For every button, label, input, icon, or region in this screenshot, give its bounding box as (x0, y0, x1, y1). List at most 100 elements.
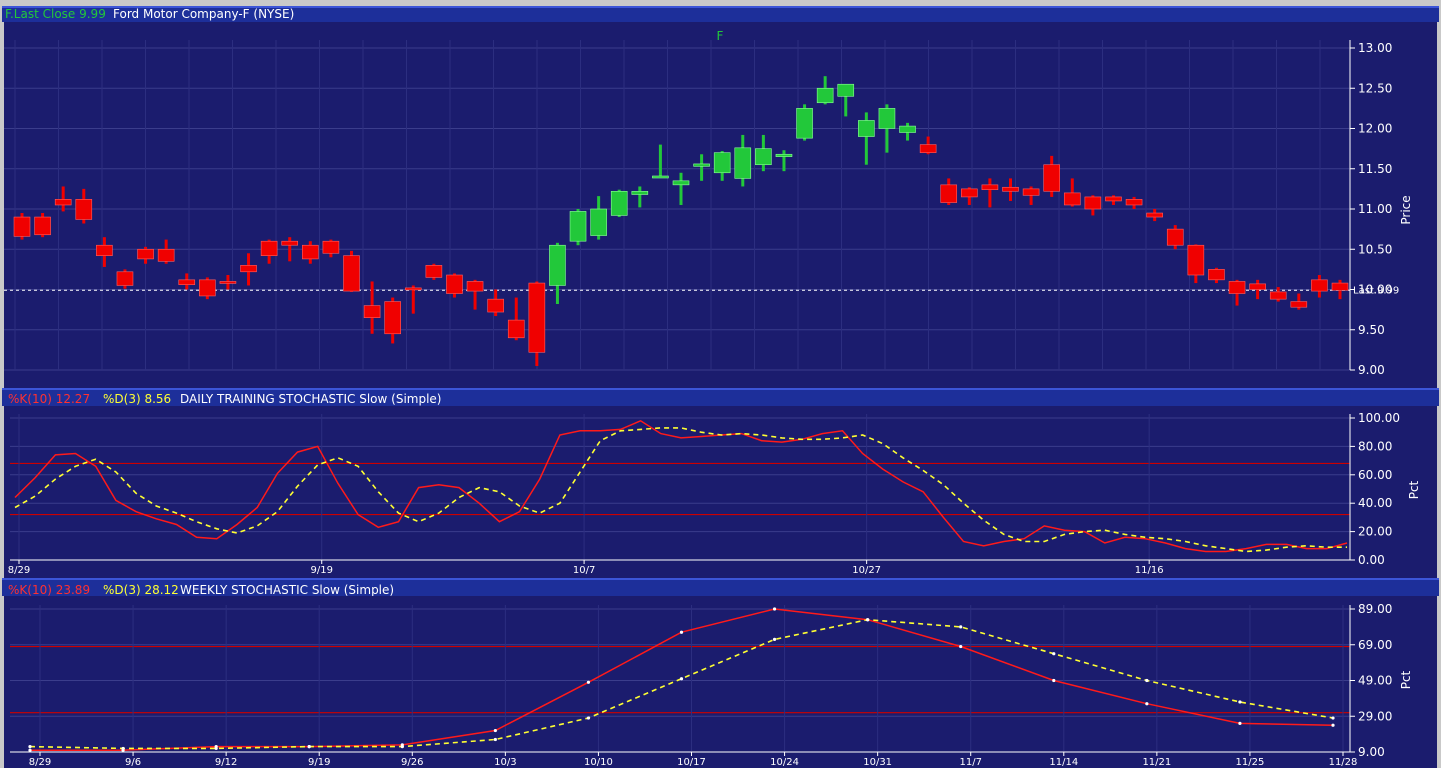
candle-body (816, 87, 834, 104)
candle-body (343, 255, 360, 292)
stoch-point (959, 644, 963, 649)
stoch-tick-label: 40.00 (1358, 496, 1392, 510)
stoch-x-tick-label: 9/6 (125, 757, 141, 768)
stoch-x-tick-label: 10/31 (863, 757, 892, 768)
stoch-point (307, 745, 311, 749)
stoch-point (214, 746, 218, 751)
stoch-point (493, 737, 497, 742)
candle-body (713, 152, 731, 174)
stoch-point (121, 746, 125, 751)
candle-body (487, 298, 504, 313)
price-tick-label: 9.50 (1358, 323, 1385, 337)
price-tick-label: 12.50 (1358, 81, 1392, 95)
stoch-tick-label: 69.00 (1358, 638, 1392, 652)
stoch-point (679, 677, 684, 681)
candle-body (1269, 291, 1287, 300)
stoch-point (866, 618, 870, 622)
stoch-point (1052, 678, 1056, 683)
candle-body (425, 265, 443, 278)
price-tick-label: 10.50 (1358, 242, 1392, 256)
stoch-x-tick-label: 9/26 (401, 757, 423, 768)
candle-body (878, 108, 896, 129)
stoch-x-tick-label: 10/7 (573, 565, 595, 576)
candle-body (1208, 269, 1225, 281)
stoch-point (1238, 700, 1242, 704)
chart-symbol: F (717, 29, 724, 43)
candle-body (34, 216, 51, 236)
stoch-x-tick-label: 10/24 (770, 757, 799, 768)
weekly-stoch-title: WEEKLY STOCHASTIC Slow (Simple) (180, 583, 394, 597)
candle-body (219, 281, 237, 284)
stoch-x-tick-label: 8/29 (8, 565, 30, 576)
candle-body (590, 208, 607, 236)
stoch-tick-label: 0.00 (1358, 553, 1385, 567)
candle-body (1146, 212, 1163, 218)
candle-body (1063, 192, 1081, 206)
candle-body (1084, 196, 1102, 210)
candle-body (961, 188, 978, 198)
daily-axis-label: Pct (1407, 480, 1421, 499)
candle-body (940, 184, 958, 203)
candle-body (837, 83, 855, 97)
candle-body (466, 281, 484, 292)
candle-body (96, 244, 113, 256)
stoch-point (1145, 678, 1149, 683)
stoch-x-tick-label: 11/25 (1236, 757, 1265, 768)
stoch-point (493, 728, 497, 733)
candle-body (858, 120, 875, 137)
candle-body (260, 240, 278, 256)
candle-body (75, 199, 93, 220)
daily-k-value: %K(10) 12.27 (8, 392, 90, 406)
stoch-point (1331, 723, 1335, 727)
stoch-point (400, 745, 404, 749)
candle-body (672, 180, 690, 186)
candle-body (899, 125, 916, 133)
stoch-point (772, 607, 777, 611)
stoch-point (772, 637, 777, 641)
candle-body (404, 287, 422, 291)
candle-body (981, 184, 999, 190)
stoch-tick-label: 60.00 (1358, 468, 1392, 482)
price-tick-label: 12.00 (1358, 122, 1392, 136)
company-title: Ford Motor Company-F (NYSE) (113, 7, 294, 21)
stoch-x-tick-label: 11/7 (959, 757, 981, 768)
stoch-x-tick-label: 10/10 (584, 757, 613, 768)
stoch-x-tick-label: 8/29 (29, 757, 51, 768)
stoch-point (586, 680, 591, 684)
candle-body (631, 190, 649, 195)
candle-body (528, 282, 546, 353)
stoch-point (586, 716, 591, 720)
candle-body (1228, 281, 1246, 294)
stoch-tick-label: 9.00 (1358, 745, 1385, 759)
candle-body (775, 153, 793, 157)
candle-body (549, 244, 566, 286)
price-panel[interactable] (4, 22, 1437, 388)
stoch-tick-label: 100.00 (1358, 411, 1400, 425)
price-tick-label: 11.50 (1358, 162, 1392, 176)
candle-body (1166, 228, 1184, 246)
candle-body (116, 271, 134, 286)
stoch-tick-label: 29.00 (1358, 709, 1392, 723)
weekly-d-value: %D(3) 28.12 (103, 583, 179, 597)
candle-body (446, 274, 463, 294)
stoch-x-tick-label: 11/16 (1135, 565, 1164, 576)
candle-body (1311, 279, 1328, 292)
candle-body (1043, 164, 1060, 192)
price-axis-label: Price (1399, 195, 1413, 224)
candle-body (610, 190, 628, 216)
stoch-point (959, 625, 963, 629)
stoch-point (28, 748, 32, 752)
candle-body (281, 240, 299, 246)
stoch-tick-label: 20.00 (1358, 525, 1392, 539)
candle-body (569, 211, 587, 242)
stoch-tick-label: 89.00 (1358, 602, 1392, 616)
candle-body (693, 163, 710, 167)
candle-body (157, 248, 175, 262)
candle-body (302, 244, 319, 260)
last-close-tag: Last 9.99 (1353, 285, 1399, 296)
price-tick-label: 13.00 (1358, 41, 1392, 55)
weekly-axis-label: Pct (1399, 670, 1413, 689)
candle-body (1125, 199, 1143, 206)
candle-body (137, 248, 154, 260)
stoch-point (679, 630, 684, 634)
